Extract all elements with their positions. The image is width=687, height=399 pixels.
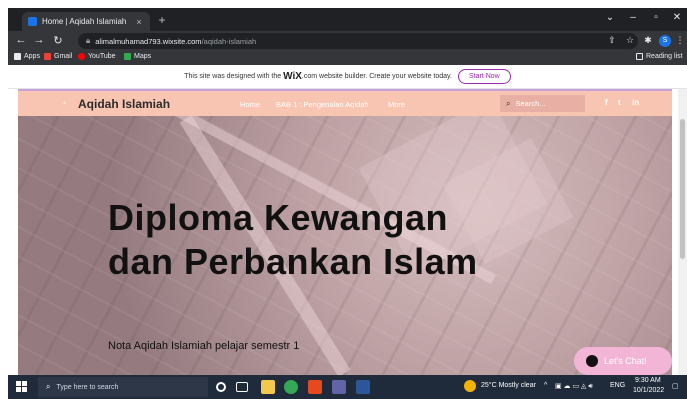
bookmark-label: Maps	[134, 53, 152, 60]
close-window-icon[interactable]: ✕	[669, 12, 685, 23]
share-icon[interactable]: ⇪	[606, 35, 618, 46]
menu-dots-icon[interactable]: ⋮	[674, 35, 686, 46]
tab-title: Home | Aqidah Islamiah	[42, 17, 127, 26]
browser-toolbar: ← → ↻ 🔒︎ alimalmuhamad793.wixsite.com /a…	[8, 31, 687, 51]
word-icon[interactable]	[356, 380, 370, 394]
wix-favicon-icon	[28, 17, 37, 26]
bookmarks-bar: Apps Gmail YouTube Maps Reading list	[8, 51, 687, 65]
task-view-icon[interactable]	[236, 382, 248, 392]
logo-icon: ◦	[63, 98, 67, 109]
office-icon[interactable]	[308, 380, 322, 394]
gmail-icon	[44, 53, 51, 60]
url-host: alimalmuhamad793.wixsite.com	[95, 36, 202, 46]
url-path: /aqidah-islamiah	[201, 36, 257, 46]
wix-banner: This site was designed with the WiX .com…	[8, 65, 687, 89]
web-page: This site was designed with the WiX .com…	[8, 65, 687, 375]
linkedin-icon[interactable]: in	[632, 98, 639, 107]
page-scrollbar[interactable]	[678, 89, 687, 375]
windows-taskbar: ⌕ Type here to search 25°C Mostly clear …	[8, 375, 687, 399]
new-tab-button[interactable]: +	[155, 13, 169, 27]
reading-list-label: Reading list	[646, 53, 683, 60]
bookmark-maps[interactable]: Maps	[124, 53, 151, 60]
hero-subtitle: Nota Aqidah Islamiah pelajar semestr 1	[108, 340, 300, 352]
taskbar-search-input[interactable]: ⌕ Type here to search	[38, 377, 208, 397]
twitter-icon[interactable]: t	[618, 98, 621, 107]
search-icon: ⌕	[506, 98, 511, 108]
tray-icons[interactable]: ▣ ☁ ▭ ◬ 🔊︎	[555, 382, 593, 391]
bookmark-gmail[interactable]: Gmail	[44, 53, 72, 60]
scroll-thumb[interactable]	[680, 119, 685, 259]
reading-list[interactable]: Reading list	[636, 53, 683, 60]
tab-strip: Home | Aqidah Islamiah × + ⌄ – ▫ ✕	[8, 8, 687, 31]
tray-chevron-icon[interactable]: ^	[544, 382, 547, 389]
address-bar[interactable]: 🔒︎ alimalmuhamad793.wixsite.com /aqidah-…	[78, 33, 638, 49]
teams-icon[interactable]	[332, 380, 346, 394]
search-placeholder: Search...	[515, 99, 546, 108]
wix-banner-text-2: .com website builder. Create your websit…	[301, 73, 452, 80]
forward-icon[interactable]: →	[32, 34, 46, 46]
extensions-icon[interactable]: ✱	[642, 35, 654, 46]
chat-bubble-icon	[586, 355, 598, 367]
nav-more[interactable]: More	[388, 100, 405, 109]
file-explorer-icon[interactable]	[261, 380, 275, 394]
reload-icon[interactable]: ↻	[51, 34, 65, 47]
chevron-down-icon[interactable]: ⌄	[602, 12, 618, 23]
tab-close-icon[interactable]: ×	[134, 17, 144, 27]
clock-date[interactable]: 10/1/2022	[633, 387, 664, 394]
facebook-icon[interactable]: f	[605, 98, 608, 107]
weather-text[interactable]: 25°C Mostly clear	[481, 382, 536, 389]
weather-icon[interactable]	[464, 380, 476, 392]
chrome-icon[interactable]	[284, 380, 298, 394]
back-icon[interactable]: ←	[14, 34, 28, 46]
search-icon: ⌕	[46, 382, 51, 391]
browser-window: Home | Aqidah Islamiah × + ⌄ – ▫ ✕ ← → ↻…	[8, 8, 687, 399]
site-search-input[interactable]: ⌕ Search...	[500, 95, 585, 112]
clock-time[interactable]: 9:30 AM	[635, 377, 661, 384]
bookmark-youtube[interactable]: YouTube	[78, 53, 116, 60]
hero-title: Diploma Kewangan dan Perbankan Islam	[108, 197, 478, 282]
bookmark-label: Apps	[24, 53, 40, 60]
bookmark-apps[interactable]: Apps	[14, 53, 40, 60]
youtube-icon	[78, 53, 85, 60]
maximize-icon[interactable]: ▫	[648, 12, 664, 23]
windows-start-icon[interactable]	[16, 381, 28, 393]
cortana-icon[interactable]	[216, 382, 226, 392]
lock-icon[interactable]: 🔒︎	[86, 36, 90, 46]
chat-label: Let's Chat!	[604, 356, 647, 366]
lets-chat-button[interactable]: Let's Chat!	[574, 347, 672, 375]
reading-list-icon	[636, 53, 643, 60]
wix-logo: WiX	[283, 71, 302, 82]
wix-banner-text: This site was designed with the	[184, 73, 282, 80]
site-title[interactable]: Aqidah Islamiah	[78, 97, 170, 111]
nav-home[interactable]: Home	[240, 100, 260, 109]
site-header: ◦ Aqidah Islamiah Home BAB 1 : Pengenala…	[18, 89, 672, 116]
notifications-icon[interactable]: ▢	[672, 382, 679, 390]
apps-grid-icon	[14, 53, 21, 60]
bookmark-star-icon[interactable]: ☆	[624, 35, 636, 46]
nav-bab-1[interactable]: BAB 1 : Pengenalan Aqidah	[276, 100, 369, 109]
start-now-button[interactable]: Start Now	[457, 69, 511, 84]
minimize-icon[interactable]: –	[625, 12, 641, 23]
taskbar-search-placeholder: Type here to search	[56, 383, 119, 391]
language-indicator[interactable]: ENG	[610, 382, 625, 389]
browser-tab[interactable]: Home | Aqidah Islamiah ×	[22, 12, 150, 31]
hero-section: Diploma Kewangan dan Perbankan Islam Not…	[18, 116, 672, 375]
bookmark-label: Gmail	[54, 53, 73, 60]
bookmark-label: YouTube	[88, 53, 116, 60]
maps-icon	[124, 53, 131, 60]
profile-avatar[interactable]: S	[659, 35, 671, 47]
